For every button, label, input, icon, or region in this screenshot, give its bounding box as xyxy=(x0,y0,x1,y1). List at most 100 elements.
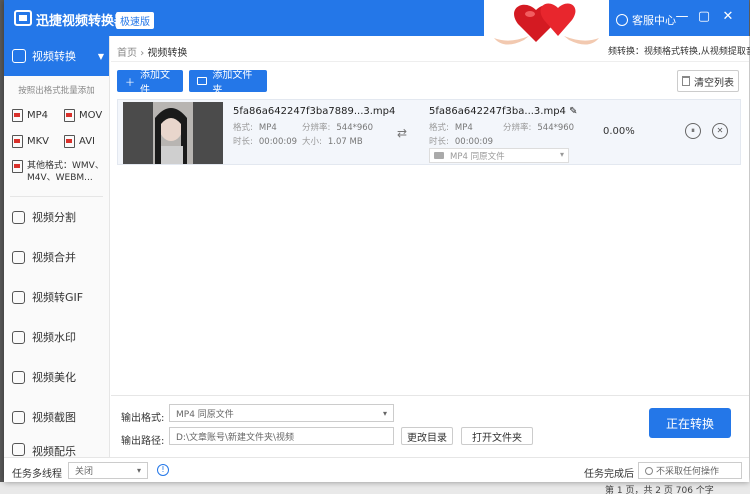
breadcrumb-sep: › xyxy=(140,48,145,59)
sidebar-item-label: 视频截图 xyxy=(32,411,76,424)
source-resolution: 分辨率: 544*960 xyxy=(302,121,373,133)
source-format: 格式: MP4 xyxy=(233,121,277,133)
convert-button[interactable]: 正在转换 xyxy=(649,408,731,438)
beautify-icon xyxy=(12,370,25,384)
target-format: 格式: MP4 xyxy=(429,121,473,133)
sidebar-item-beautify[interactable]: 视频美化 xyxy=(4,357,109,397)
support-label: 客服中心 xyxy=(632,14,676,27)
format-mp4[interactable]: MP4 xyxy=(12,109,64,122)
video-convert-icon xyxy=(12,49,26,63)
meta-value: 1.07 MB xyxy=(327,137,363,147)
add-folder-label: 添加文件夹 xyxy=(212,70,253,96)
sidebar: 视频转换 ▼ 按照出格式批量添加 MP4 MOV MKV AVI 其他格式：WM… xyxy=(4,36,110,457)
meta-value: MP4 xyxy=(258,123,277,133)
format-other-line2: M4V、WEBM... xyxy=(27,173,93,183)
meta-label: 分辨率: xyxy=(503,123,532,133)
add-folder-button[interactable]: 添加文件夹 xyxy=(189,70,267,96)
sidebar-item-watermark[interactable]: 视频水印 xyxy=(4,317,109,357)
title-bar: 迅捷视频转换器 极速版 客服中心 — ▢ ✕ xyxy=(4,0,749,36)
format-label: MOV xyxy=(79,110,103,121)
folder-icon xyxy=(197,77,208,85)
output-settings: 输出格式: MP4 同原文件 ▾ 输出路径: D:\文章账号\新建文件夹\视频 … xyxy=(111,395,749,457)
chat-icon xyxy=(616,14,628,26)
target-format-select-value: MP4 同原文件 xyxy=(450,151,505,162)
sidebar-item-label: 视频水印 xyxy=(32,331,76,344)
info-icon[interactable]: ! xyxy=(157,464,169,476)
meta-label: 分辨率: xyxy=(302,123,331,133)
format-other[interactable]: 其他格式：WMV、 M4V、WEBM... xyxy=(4,148,109,184)
status-bar: 任务多线程 关闭 ▾ ! 任务完成后 不采取任何操作 xyxy=(4,457,749,482)
meta-label: 大小: xyxy=(302,137,322,147)
sidebar-item-screenshot[interactable]: 视频截图 xyxy=(4,397,109,437)
format-label: AVI xyxy=(79,136,95,147)
change-directory-button[interactable]: 更改目录 xyxy=(401,427,453,445)
sidebar-item-music[interactable]: 视频配乐 xyxy=(4,437,109,457)
no-action-icon xyxy=(645,466,653,475)
format-mov[interactable]: MOV xyxy=(64,109,116,122)
watermark-icon xyxy=(12,330,25,344)
video-icon xyxy=(434,152,444,159)
output-format-select[interactable]: MP4 同原文件 ▾ xyxy=(169,404,394,422)
breadcrumb-home[interactable]: 首页 xyxy=(117,48,137,59)
video-thumbnail[interactable] xyxy=(123,102,223,164)
multithread-label: 任务多线程 xyxy=(12,469,62,480)
format-avi[interactable]: AVI xyxy=(64,135,116,148)
output-format-label: 输出格式: xyxy=(121,413,165,424)
plus-icon: ＋ xyxy=(125,77,135,89)
file-icon xyxy=(64,109,75,122)
ad-caption[interactable]: 频转换：视频格式转换,从视频提取音频 xyxy=(608,44,750,57)
target-file-name[interactable]: 5fa86a642247f3ba...3.mp4 ✎ xyxy=(429,106,578,117)
output-path-label: 输出路径: xyxy=(121,436,165,447)
sidebar-item-merge[interactable]: 视频合并 xyxy=(4,237,109,277)
output-path-input[interactable]: D:\文章账号\新建文件夹\视频 xyxy=(169,427,394,445)
merge-icon xyxy=(12,250,25,264)
meta-value: MP4 xyxy=(454,123,473,133)
conversion-progress: 0.00% xyxy=(603,126,635,137)
file-icon xyxy=(12,160,23,173)
close-button[interactable]: ✕ xyxy=(720,9,736,25)
after-task-value: 不采取任何操作 xyxy=(656,467,720,477)
sidebar-item-label: 视频分割 xyxy=(32,211,76,224)
pencil-icon[interactable]: ✎ xyxy=(569,106,577,117)
sidebar-item-label: 视频转换 xyxy=(32,50,76,63)
target-file-name-text: 5fa86a642247f3ba...3.mp4 xyxy=(429,106,566,117)
app-title: 迅捷视频转换器 xyxy=(36,14,128,29)
format-mkv[interactable]: MKV xyxy=(12,135,64,148)
multithread-select[interactable]: 关闭 ▾ xyxy=(68,462,148,479)
target-duration: 时长: 00:00:09 xyxy=(429,135,493,147)
format-label: MP4 xyxy=(27,110,49,121)
remove-file-button[interactable]: ✕ xyxy=(712,123,728,139)
sidebar-item-gif[interactable]: 视频转GIF xyxy=(4,277,109,317)
meta-label: 格式: xyxy=(429,123,449,133)
minimize-button[interactable]: — xyxy=(674,9,690,25)
main-panel: 首页 › 视频转换 频转换：视频格式转换,从视频提取音频 ＋ 添加文件 添加文件… xyxy=(111,36,750,457)
app-window: 迅捷视频转换器 极速版 客服中心 — ▢ ✕ 视频转换 ▼ 按照出格式批量添加 … xyxy=(4,0,750,482)
format-label: MKV xyxy=(27,136,50,147)
meta-value: 00:00:09 xyxy=(258,137,298,147)
meta-value: 544*960 xyxy=(336,123,374,133)
screenshot-icon xyxy=(12,410,25,424)
pause-button[interactable]: ⏸ xyxy=(685,123,701,139)
edition-badge: 极速版 xyxy=(116,12,154,29)
clear-list-label: 清空列表 xyxy=(694,77,734,89)
meta-value: 00:00:09 xyxy=(454,137,494,147)
open-folder-button[interactable]: 打开文件夹 xyxy=(461,427,533,445)
file-icon xyxy=(12,135,23,148)
sidebar-item-label: 视频美化 xyxy=(32,371,76,384)
maximize-button[interactable]: ▢ xyxy=(696,9,712,25)
sidebar-item-label: 视频配乐 xyxy=(32,445,76,457)
sidebar-item-split[interactable]: 视频分割 xyxy=(4,197,109,237)
meta-label: 格式: xyxy=(233,123,253,133)
clear-list-button[interactable]: 清空列表 xyxy=(677,70,739,92)
sidebar-item-label: 视频转GIF xyxy=(32,291,84,304)
add-file-button[interactable]: ＋ 添加文件 xyxy=(117,70,183,96)
output-format-value: MP4 同原文件 xyxy=(176,409,234,420)
after-task-select[interactable]: 不采取任何操作 xyxy=(638,462,742,479)
target-format-select[interactable]: MP4 同原文件 ▾ xyxy=(429,148,569,163)
format-shortcuts: MP4 MOV MKV AVI xyxy=(4,96,109,148)
source-duration: 时长: 00:00:09 xyxy=(233,135,297,147)
sidebar-item-video-convert[interactable]: 视频转换 ▼ xyxy=(4,36,109,76)
support-center-button[interactable]: 客服中心 xyxy=(616,12,676,28)
chevron-down-icon: ▾ xyxy=(559,150,564,159)
chevron-down-icon: ▾ xyxy=(382,408,387,418)
